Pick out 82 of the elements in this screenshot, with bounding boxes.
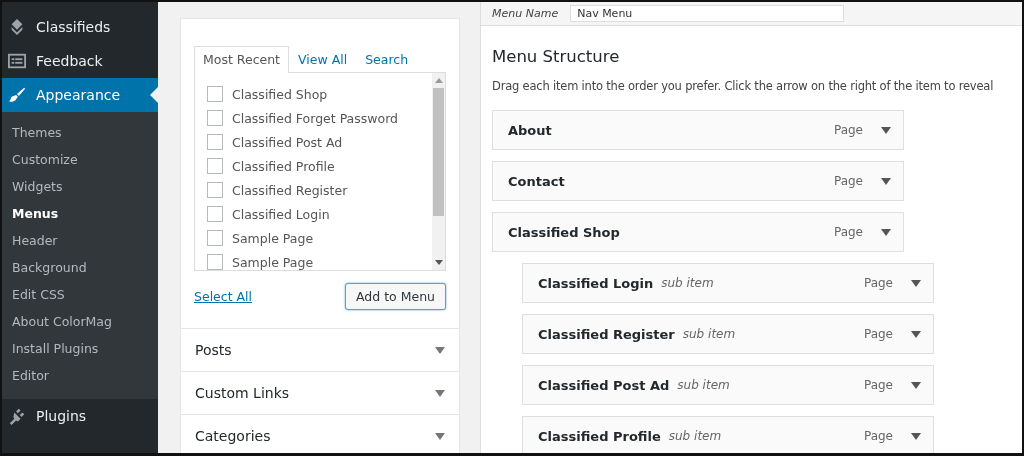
tab[interactable]: Most Recent [194, 46, 290, 73]
menu-item-title: Contact [508, 173, 565, 189]
submenu-item[interactable]: About ColorMag [2, 308, 158, 335]
menu-item-bar[interactable]: About Page [492, 110, 904, 150]
item-type: Page [863, 429, 893, 443]
item-type: Page [833, 225, 863, 239]
caret-icon[interactable] [881, 228, 891, 236]
sub-item-note: sub item [682, 327, 736, 341]
menu-item-title: Classified Post Ad [538, 377, 670, 393]
sidebar-item[interactable]: Classifieds [2, 10, 158, 44]
caret-icon[interactable] [881, 126, 891, 134]
submenu-item[interactable]: Install Plugins [2, 335, 158, 362]
menu-item-title: Classified Register [538, 326, 675, 342]
menu-item-bar[interactable]: Classified Post Ad sub item Page [522, 365, 934, 405]
active-pointer-icon [150, 87, 158, 103]
submenu-item[interactable]: Customize [2, 146, 158, 173]
page-label: Classified Register [232, 182, 348, 198]
accordion-section[interactable]: Categories [181, 415, 459, 453]
menu-item-bar[interactable]: Classified Profile sub item Page [522, 416, 934, 453]
submenu-item[interactable]: Header [2, 227, 158, 254]
accordion-section[interactable]: Custom Links [181, 372, 459, 415]
menu-item-title: About [508, 122, 552, 138]
caret-icon [435, 346, 445, 354]
submenu-item[interactable]: Background [2, 254, 158, 281]
caret-icon[interactable] [911, 279, 921, 287]
tab[interactable]: Search [356, 46, 418, 72]
accordion-section[interactable]: Posts [181, 329, 459, 372]
section-heading: Menu Structure [492, 47, 621, 66]
sidebar-item[interactable]: Feedback [2, 44, 158, 78]
sub-item-note: sub item [677, 378, 730, 392]
menu-item-bar[interactable]: Classified Login sub item Page [522, 263, 934, 303]
menu-item-title: Classified Shop [508, 224, 620, 240]
menu-item-bar[interactable]: Classified Register sub item Page [522, 314, 934, 354]
menu-item-title: Classified Profile [538, 428, 661, 444]
item-type: Page [863, 276, 893, 290]
scrollbar[interactable] [432, 73, 445, 270]
sub-item-note: sub item [661, 276, 714, 290]
page-label: Classified Profile [232, 158, 335, 174]
checkbox[interactable] [207, 206, 223, 222]
sub-item-note: sub item [668, 429, 722, 443]
caret-icon[interactable] [911, 330, 921, 338]
page-label: Classified Shop [232, 86, 328, 102]
add-to-menu-button[interactable]: Add to Menu [344, 283, 446, 310]
checkbox[interactable] [207, 254, 223, 270]
menu-item-bar[interactable]: Contact Page [492, 161, 904, 201]
page-label: Sample Page [232, 230, 314, 246]
sidebar-item[interactable]: Appearance [2, 78, 158, 112]
menu-item-bar[interactable]: Classified Shop Page [492, 212, 904, 252]
plug-icon [8, 407, 26, 425]
checkbox[interactable] [207, 134, 223, 150]
submenu-item[interactable]: Menus [2, 200, 158, 227]
page-label: Classified Forget Password [232, 110, 399, 126]
caret-icon[interactable] [881, 177, 891, 185]
submenu-item[interactable]: Widgets [2, 173, 158, 200]
page-label: Classified Login [232, 206, 330, 222]
menu-item-title: Classified Login [538, 275, 654, 291]
instruction-text: Drag each item into the order you prefer. Click the arrow on the right of the item to reveal [492, 79, 995, 93]
caret-icon [435, 432, 445, 440]
item-type: Page [833, 123, 863, 137]
page-label: Sample Page [232, 254, 314, 270]
submenu-item[interactable]: Edit CSS [2, 281, 158, 308]
caret-icon[interactable] [911, 381, 921, 389]
caret-icon[interactable] [911, 432, 921, 440]
sidebar-item[interactable]: Plugins [2, 399, 158, 433]
menu-name-field[interactable]: Nav Menu [570, 5, 845, 22]
menu-name-label: Menu Name [492, 7, 559, 20]
item-type: Page [863, 378, 893, 392]
select-all-link[interactable]: Select All [194, 289, 253, 304]
checkbox[interactable] [207, 182, 223, 198]
checkbox[interactable] [207, 230, 223, 246]
tab[interactable]: View All [289, 46, 357, 72]
page-label: Classified Post Ad [232, 134, 343, 150]
checkbox[interactable] [207, 158, 223, 174]
form-icon [8, 52, 26, 70]
submenu-item[interactable]: Editor [2, 362, 158, 389]
submenu-item[interactable]: Themes [2, 119, 158, 146]
checkbox[interactable] [207, 86, 223, 102]
item-type: Page [833, 174, 863, 188]
checkbox[interactable] [207, 110, 223, 126]
caret-icon [435, 389, 445, 397]
item-type: Page [863, 327, 893, 341]
paintbrush-icon [8, 86, 26, 104]
